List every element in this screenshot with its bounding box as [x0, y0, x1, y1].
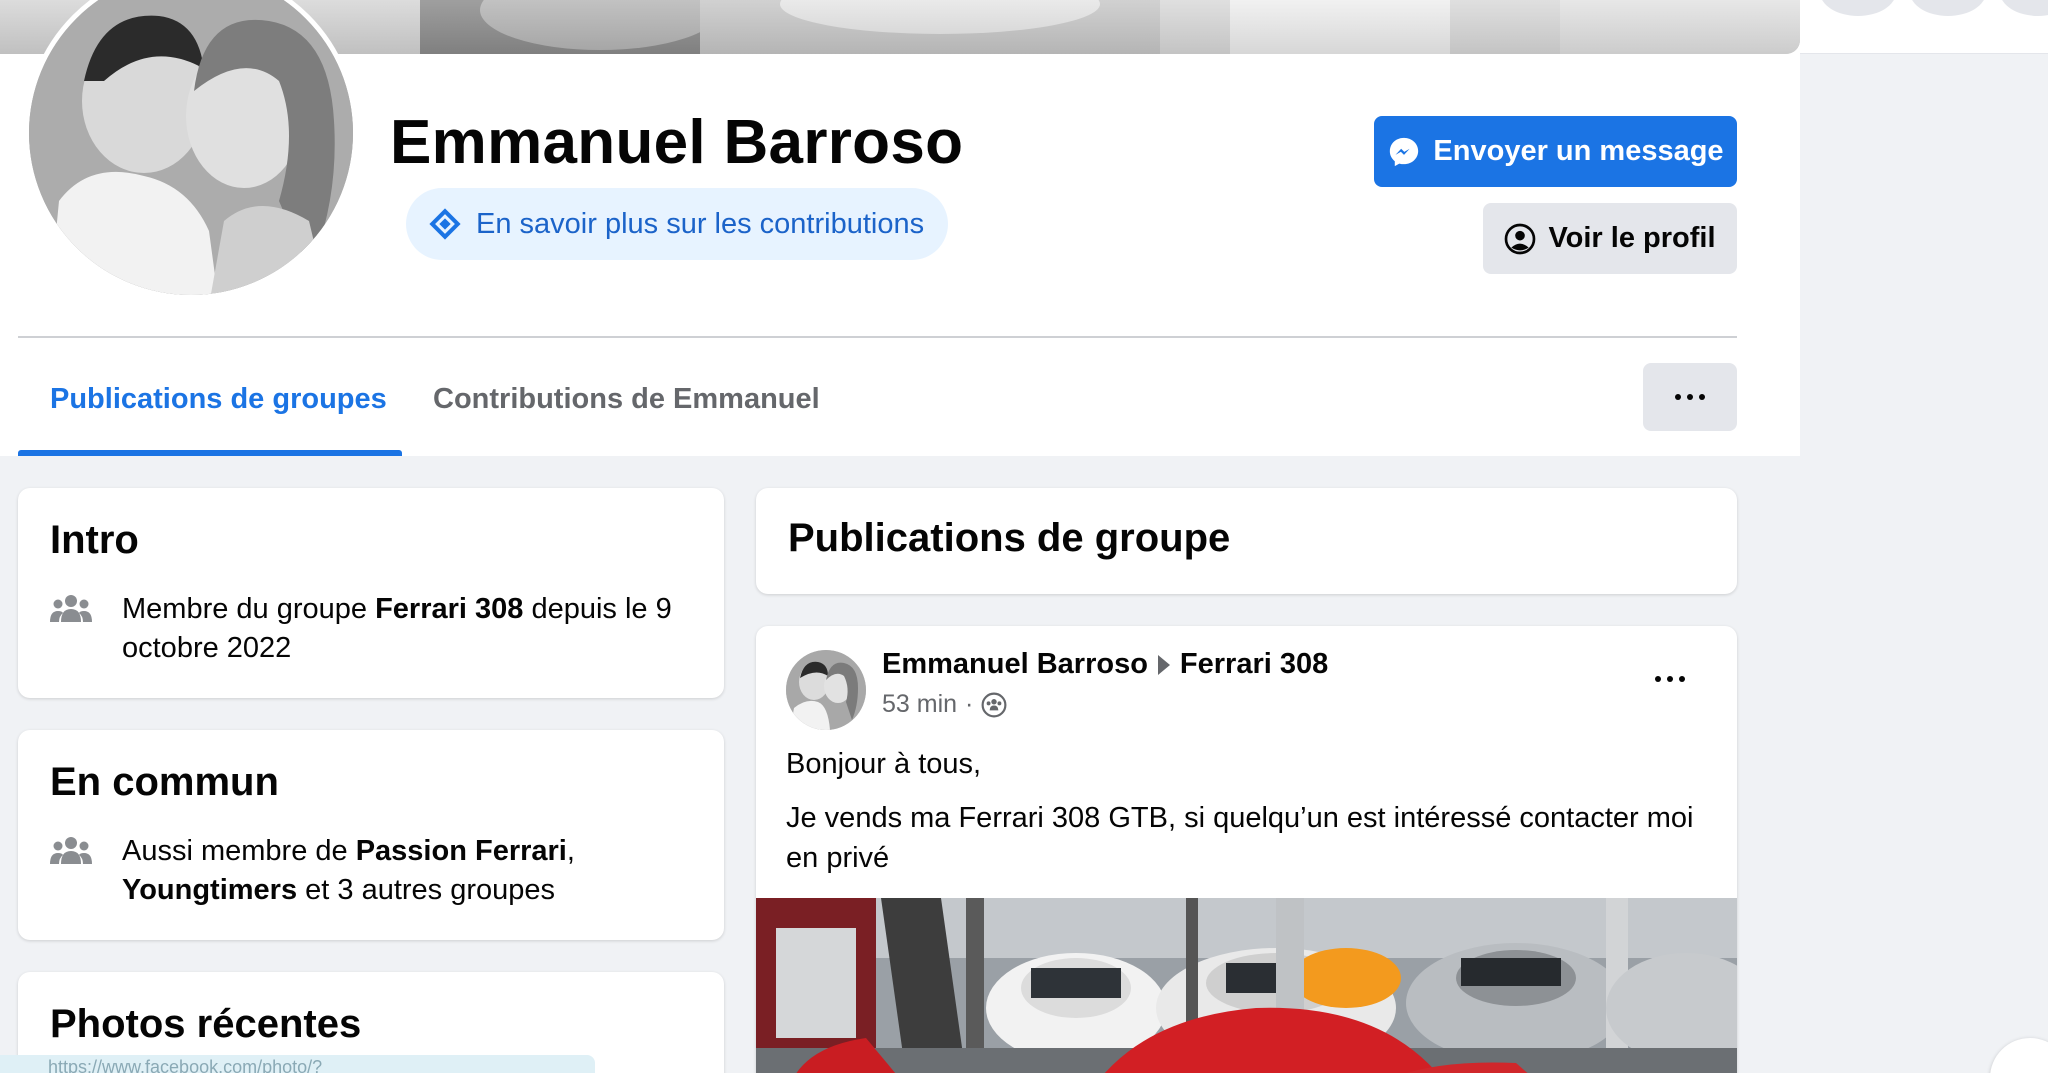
top-nav-strip [1800, 0, 2048, 54]
intro-title: Intro [50, 518, 139, 562]
user-circle-icon [1505, 223, 1536, 254]
group-members-icon [50, 595, 92, 622]
contributions-icon [429, 208, 461, 240]
tab-contributions[interactable]: Contributions de Emmanuel [433, 370, 820, 428]
intro-card: Intro Membre du groupe Ferrari 308 depui… [18, 488, 724, 698]
meta-separator: · [965, 690, 974, 718]
post-header-line: Emmanuel Barroso Ferrari 308 [882, 648, 1328, 681]
more-options-button[interactable] [1643, 363, 1737, 431]
post-timestamp[interactable]: 53 min [882, 690, 957, 719]
intro-membership-text: Membre du groupe Ferrari 308 depuis le 9… [122, 593, 672, 664]
post-text-greeting: Bonjour à tous, [786, 748, 982, 780]
more-dots-icon [1675, 394, 1681, 400]
tab-group-posts[interactable]: Publications de groupes [50, 370, 387, 428]
common-title: En commun [50, 760, 279, 804]
header-divider [18, 336, 1737, 338]
post-options-button[interactable] [1652, 676, 1688, 682]
contributions-info-button[interactable]: En savoir plus sur les contributions [406, 188, 949, 260]
post-card: Emmanuel Barroso Ferrari 308 53 min · Bo… [756, 626, 1737, 1073]
messenger-icon [1390, 137, 1419, 166]
active-tab-indicator [18, 450, 402, 456]
group-link-ferrari-308[interactable]: Ferrari 308 [375, 593, 523, 625]
common-groups-card: En commun Aussi membre de Passion Ferrar… [18, 730, 724, 940]
group-link-passion-ferrari[interactable]: Passion Ferrari [356, 835, 567, 867]
status-bar-url: https://www.facebook.com/photo/?fbid=102… [0, 1055, 595, 1073]
common-groups-row: Aussi membre de Passion Ferrari, Youngtim… [50, 832, 712, 910]
contributions-link-label: En savoir plus sur les contributions [476, 207, 925, 240]
send-message-button[interactable]: Envoyer un message [1374, 116, 1737, 187]
intro-membership-row: Membre du groupe Ferrari 308 depuis le 9… [50, 590, 712, 668]
nav-button[interactable] [1910, 0, 1986, 16]
group-posts-header: Publications de groupe [756, 488, 1737, 594]
post-photo-image [756, 898, 1737, 1073]
more-dots-icon [1655, 676, 1661, 682]
recent-photos-title: Photos récentes [50, 1002, 362, 1046]
view-profile-button[interactable]: Voir le profil [1483, 203, 1737, 274]
nav-button[interactable] [1820, 0, 1896, 16]
post-text-body: Je vends ma Ferrari 308 GTB, si quelqu’u… [786, 802, 1694, 874]
nav-avatar[interactable] [2000, 0, 2048, 16]
group-audience-icon [981, 692, 1007, 717]
group-posts-title: Publications de groupe [788, 516, 1231, 560]
post-meta: 53 min · [882, 690, 1007, 719]
common-groups-text: Aussi membre de Passion Ferrari, Youngtim… [122, 835, 575, 906]
profile-name: Emmanuel Barroso [390, 108, 964, 177]
group-link-youngtimers[interactable]: Youngtimers [122, 874, 297, 906]
post-avatar-photo [786, 650, 866, 730]
group-members-icon [50, 837, 92, 864]
post-group-name[interactable]: Ferrari 308 [1180, 648, 1328, 681]
triangle-right-icon [1157, 654, 1170, 675]
post-photo[interactable] [756, 898, 1737, 1073]
post-author-avatar[interactable] [786, 650, 866, 730]
chat-bubble-button[interactable] [1990, 1038, 2048, 1073]
post-author-name[interactable]: Emmanuel Barroso [882, 648, 1148, 681]
send-message-label: Envoyer un message [1433, 135, 1724, 167]
view-profile-label: Voir le profil [1548, 222, 1716, 254]
